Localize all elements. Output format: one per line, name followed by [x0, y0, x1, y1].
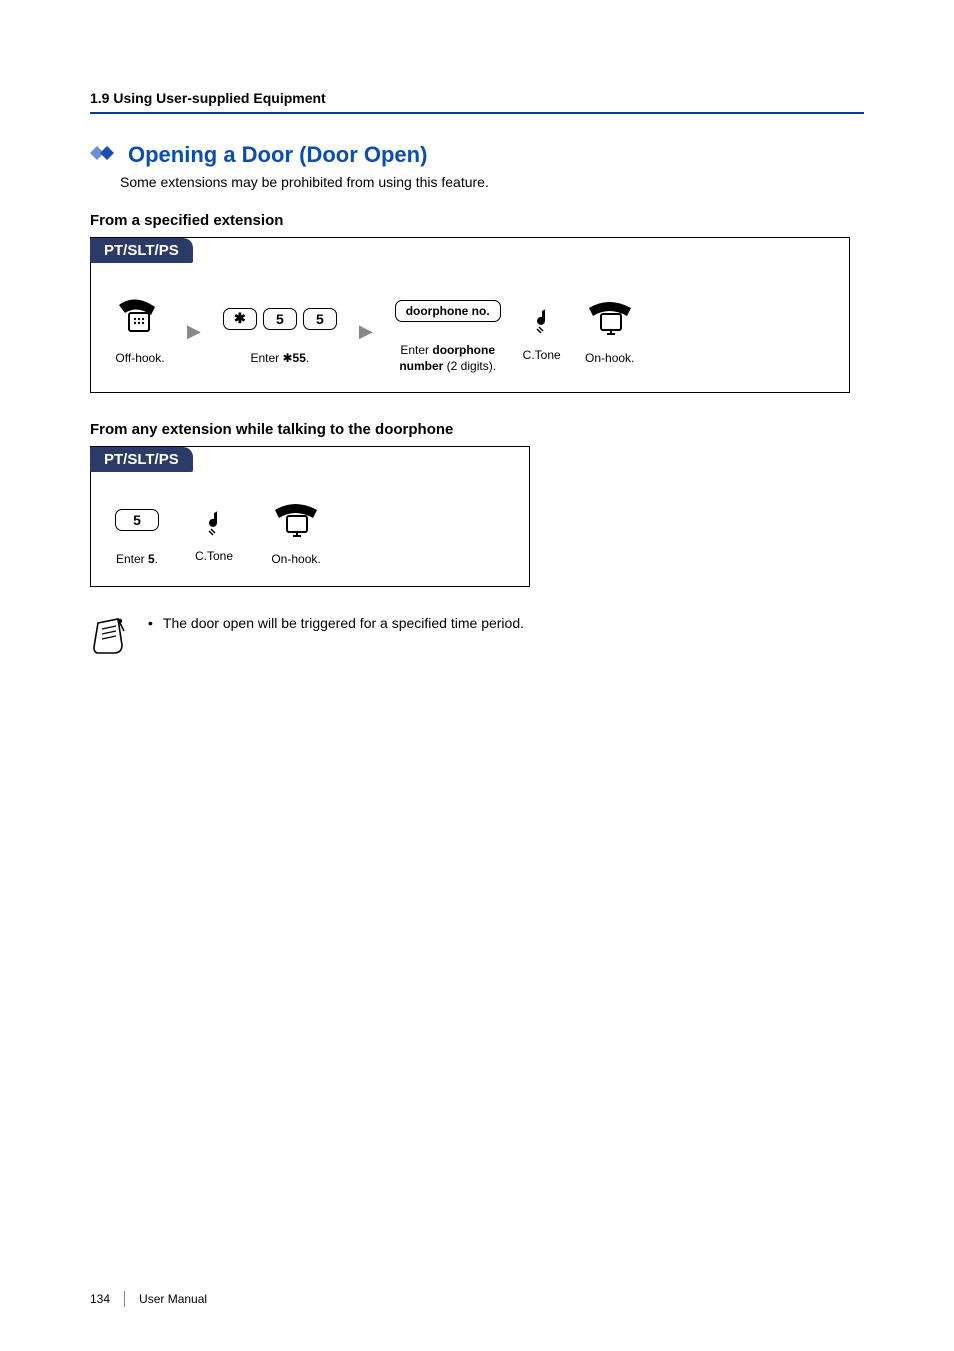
tone-icon	[203, 507, 225, 540]
onhook-icon	[583, 298, 637, 339]
title-row: Opening a Door (Door Open)	[90, 142, 864, 168]
caption-ctone: C.Tone	[523, 348, 561, 364]
note-icon	[90, 615, 130, 662]
caption-offhook: Off-hook.	[115, 351, 164, 367]
step-offhook: Off-hook.	[115, 297, 165, 367]
diagram-box-1: PT/SLT/PS Off-hook. ▶	[90, 237, 850, 393]
offhook-icon	[115, 297, 165, 340]
step-doorphone-no: doorphone no. Enter doorphone number (2 …	[395, 289, 501, 374]
block1-heading: From a specified extension	[90, 212, 864, 229]
note-bullet: • The door open will be triggered for a …	[148, 615, 524, 631]
key-star: ✱	[223, 308, 257, 330]
diagram-box-2: PT/SLT/PS 5 Enter 5.	[90, 446, 530, 587]
step-ctone: C.Tone	[523, 300, 561, 364]
arrow-icon: ▶	[187, 321, 201, 342]
key-5: 5	[115, 509, 159, 531]
arrow-icon: ▶	[359, 321, 373, 342]
page-title: Opening a Door (Door Open)	[128, 142, 427, 168]
page-footer: 134 User Manual	[90, 1291, 207, 1307]
step-enter5: 5 Enter 5.	[115, 498, 159, 568]
diamond-icon	[90, 144, 118, 167]
page-number: 134	[90, 1292, 110, 1306]
key-5a: 5	[263, 308, 297, 330]
step-onhook2: On-hook.	[269, 498, 323, 568]
device-tab: PT/SLT/PS	[90, 447, 193, 472]
intro-text: Some extensions may be prohibited from u…	[120, 174, 864, 190]
key-doorphone-no: doorphone no.	[395, 300, 501, 322]
caption-star55: Enter ✱55.	[250, 351, 309, 367]
caption-enter5: Enter 5.	[116, 552, 158, 568]
caption-doorphone: Enter doorphone number (2 digits).	[399, 343, 496, 374]
bullet-dot: •	[148, 615, 153, 631]
note-text: The door open will be triggered for a sp…	[163, 615, 524, 631]
footer-label: User Manual	[139, 1292, 207, 1306]
caption-ctone2: C.Tone	[195, 549, 233, 565]
step-ctone2: C.Tone	[195, 501, 233, 565]
onhook-icon	[269, 500, 323, 541]
section-header: 1.9 Using User-supplied Equipment	[90, 90, 864, 114]
block2-heading: From any extension while talking to the …	[90, 421, 864, 438]
caption-onhook2: On-hook.	[271, 552, 320, 568]
key-5b: 5	[303, 308, 337, 330]
footer-divider	[124, 1291, 125, 1307]
caption-onhook: On-hook.	[585, 351, 634, 367]
device-tab: PT/SLT/PS	[90, 238, 193, 263]
step-star55: ✱ 5 5 Enter ✱55.	[223, 297, 337, 367]
tone-icon	[531, 305, 553, 338]
note-row: • The door open will be triggered for a …	[90, 615, 864, 662]
step-onhook: On-hook.	[583, 297, 637, 367]
